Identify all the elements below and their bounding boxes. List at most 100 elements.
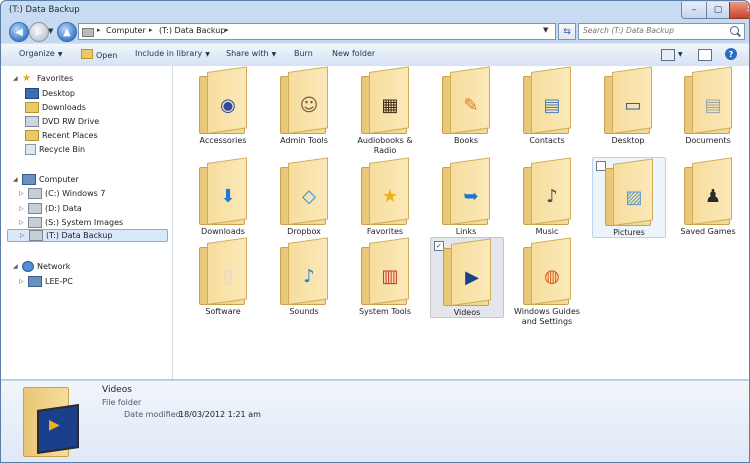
folder-icon: ☺ <box>278 66 330 134</box>
maximize-button[interactable]: ▢ <box>706 2 730 19</box>
contact-card-emblem: ▤ <box>543 94 561 116</box>
tree-computer[interactable]: ◢ Computer <box>13 173 79 186</box>
expand-arrow-icon[interactable]: ◢ <box>13 176 22 183</box>
folder-item-videos[interactable]: ✓ ▶ Videos <box>430 237 504 318</box>
folder-label: Software <box>205 307 241 316</box>
breadcrumb-computer[interactable]: Computer <box>106 26 146 35</box>
folder-item-contacts[interactable]: ▤ Contacts <box>511 66 583 156</box>
breadcrumb-data-backup[interactable]: (T:) Data Backup <box>159 26 225 35</box>
star-emblem: ★ <box>381 185 399 207</box>
sidebar-item-desktop[interactable]: Desktop <box>25 87 75 100</box>
folder-label: Documents <box>685 136 731 145</box>
network-label: Network <box>37 262 71 271</box>
folder-item-favorites[interactable]: ★ Favorites <box>349 157 421 236</box>
forward-arrow-icon: ▶ <box>35 26 43 38</box>
share-with-menu[interactable]: Share with ▼ <box>226 49 276 58</box>
new-folder-button[interactable]: New folder <box>332 49 375 58</box>
sidebar-item-dvd-rw-drive[interactable]: DVD RW Drive <box>25 115 99 128</box>
folder-item-documents[interactable]: ▤ Documents <box>672 66 744 156</box>
folder-item-downloads[interactable]: ⬇ Downloads <box>187 157 259 236</box>
open-button[interactable]: Open <box>81 49 117 60</box>
expand-arrow-icon[interactable]: ▷ <box>19 190 28 197</box>
view-options-dropdown-icon[interactable]: ▼ <box>678 51 683 58</box>
sidebar-item-label: (S:) System Images <box>45 218 124 227</box>
expand-arrow-icon[interactable]: ▷ <box>19 278 28 285</box>
forward-button[interactable]: ▶ <box>29 22 49 42</box>
drive-icon <box>82 28 94 37</box>
sidebar-item-drive-t[interactable]: ▷ (T:) Data Backup <box>7 229 168 242</box>
minimize-button[interactable]: – <box>681 2 707 19</box>
search-icon[interactable] <box>730 26 739 35</box>
recent-pages-dropdown-icon[interactable]: ▼ <box>48 27 53 35</box>
folder-label: Accessories <box>199 136 247 145</box>
breadcrumb-separator-icon[interactable]: ▸ <box>97 26 101 34</box>
computer-label: Computer <box>39 175 79 184</box>
back-button[interactable]: ◀ <box>9 22 29 42</box>
include-in-library-menu[interactable]: Include in library ▼ <box>135 49 210 58</box>
close-button[interactable]: ✕ <box>729 2 749 19</box>
chevron-down-icon: ▼ <box>57 51 63 58</box>
folder-icon: ➥ <box>440 157 492 225</box>
film-strip-emblem: ▶ <box>465 266 479 288</box>
sidebar-item-drive-s[interactable]: ▷ (S:) System Images <box>19 216 123 229</box>
disc-emblem: ◉ <box>220 94 236 116</box>
folder-item-admin-tools[interactable]: ☺ Admin Tools <box>268 66 340 156</box>
breadcrumb-separator-icon[interactable]: ▸ <box>149 26 153 34</box>
folder-item-links[interactable]: ➥ Links <box>430 157 502 236</box>
desktop-icon <box>25 88 39 99</box>
music-note-emblem: ♪ <box>546 185 558 207</box>
tree-favorites[interactable]: ◢ ★ Favorites <box>13 72 73 85</box>
folder-item-system-tools[interactable]: ▥ System Tools <box>349 237 421 316</box>
sidebar-item-lee-pc[interactable]: ▷ LEE-PC <box>19 275 73 288</box>
folder-item-sounds[interactable]: ♪ Sounds <box>268 237 340 316</box>
change-view-icon[interactable] <box>661 49 675 61</box>
folder-label: Dropbox <box>287 227 321 236</box>
videos-folder-icon: ▶ <box>23 383 79 457</box>
explorer-window: (T:) Data Backup – ▢ ✕ ◀ ▶ ▼ ▲ ▸ Compute… <box>0 0 750 463</box>
window-title: (T:) Data Backup <box>9 5 80 15</box>
refresh-button[interactable]: ⇆ <box>558 23 576 40</box>
folder-item-dropbox[interactable]: ◇ Dropbox <box>268 157 340 236</box>
folder-label: Audiobooks & Radio <box>357 136 413 155</box>
monitor-emblem: ▭ <box>624 94 642 116</box>
expand-arrow-icon[interactable]: ▷ <box>20 232 29 239</box>
address-bar[interactable]: ▸ Computer ▸ (T:) Data Backup ▸ ▼ <box>78 23 556 40</box>
search-input[interactable] <box>583 24 723 37</box>
folder-item-accessories[interactable]: ◉ Accessories <box>187 66 259 156</box>
landscape-emblem: ▨ <box>625 186 643 208</box>
help-icon[interactable]: ? <box>725 48 737 60</box>
sidebar-item-drive-c[interactable]: ▷ (C:) Windows 7 <box>19 187 105 200</box>
sidebar-item-recycle-bin[interactable]: Recycle Bin <box>25 143 85 156</box>
expand-arrow-icon[interactable]: ◢ <box>13 263 22 270</box>
expand-arrow-icon[interactable]: ▷ <box>19 205 28 212</box>
dropbox-emblem: ◇ <box>302 185 316 207</box>
folder-item-desktop[interactable]: ▭ Desktop <box>592 66 664 156</box>
sidebar-item-downloads[interactable]: Downloads <box>25 101 86 114</box>
folder-icon: ▤ <box>682 66 734 134</box>
burn-button[interactable]: Burn <box>294 49 313 58</box>
folder-item-windows-guides-and-settings[interactable]: ◍ Windows Guides and Settings <box>511 237 583 326</box>
sidebar-item-recent-places[interactable]: Recent Places <box>25 129 98 142</box>
up-button[interactable]: ▲ <box>57 22 77 42</box>
breadcrumb-separator-icon[interactable]: ▸ <box>225 26 229 34</box>
details-name: Videos <box>102 385 132 395</box>
expand-arrow-icon[interactable]: ◢ <box>13 75 22 82</box>
folder-item-saved-games[interactable]: ♟ Saved Games <box>672 157 744 236</box>
folder-icon: ▨ <box>603 158 655 226</box>
details-pane: ▶ Videos File folder Date modified: 18/0… <box>1 380 749 462</box>
tree-network[interactable]: ◢ Network <box>13 260 70 273</box>
sidebar-item-drive-d[interactable]: ▷ (D:) Data <box>19 202 82 215</box>
network-icon <box>22 261 34 272</box>
folder-item-software[interactable]: ▯ Software <box>187 237 259 316</box>
expand-arrow-icon[interactable]: ▷ <box>19 219 28 226</box>
folder-item-books[interactable]: ✎ Books <box>430 66 502 156</box>
folder-item-audiobooks-radio[interactable]: ▦ Audiobooks & Radio <box>349 66 421 156</box>
preview-pane-icon[interactable] <box>698 49 712 61</box>
address-history-dropdown-icon[interactable]: ▼ <box>543 26 548 34</box>
organize-menu[interactable]: Organize ▼ <box>19 49 62 58</box>
folder-item-pictures[interactable]: ▨ Pictures <box>592 157 666 238</box>
folder-item-music[interactable]: ♪ Music <box>511 157 583 236</box>
folder-icon: ♪ <box>278 237 330 305</box>
drive-icon <box>28 217 42 228</box>
search-box[interactable] <box>578 23 745 40</box>
